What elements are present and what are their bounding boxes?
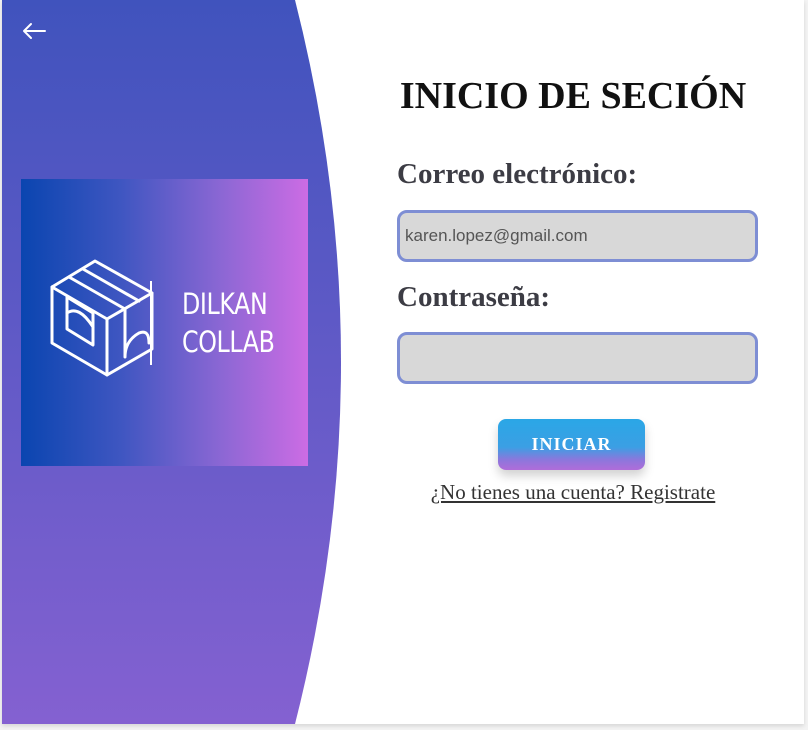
brand-name: DILKAN COLLAB [182, 285, 275, 361]
email-label: Correo electrónico: [397, 158, 638, 190]
email-field[interactable] [397, 210, 758, 262]
brand-logo: DILKAN COLLAB [21, 179, 308, 466]
login-card: DILKAN COLLAB INICIO DE SECIÓN Correo el… [2, 0, 804, 724]
password-label: Contraseña: [397, 281, 551, 313]
building-logo-icon [50, 259, 154, 377]
back-button[interactable] [20, 18, 48, 44]
arrow-left-icon [23, 23, 46, 39]
page-title: INICIO DE SECIÓN [399, 75, 747, 117]
login-form: INICIO DE SECIÓN Correo electrónico: Con… [347, 0, 804, 724]
brand-name-line1: DILKAN [182, 287, 268, 321]
brand-side-panel: DILKAN COLLAB [2, 0, 347, 724]
register-link[interactable]: ¿No tienes una cuenta? Registrate [347, 480, 799, 505]
logo-divider [150, 281, 152, 365]
brand-name-line2: COLLAB [182, 325, 275, 359]
password-field[interactable] [397, 332, 758, 384]
login-button[interactable]: INICIAR [498, 419, 645, 470]
